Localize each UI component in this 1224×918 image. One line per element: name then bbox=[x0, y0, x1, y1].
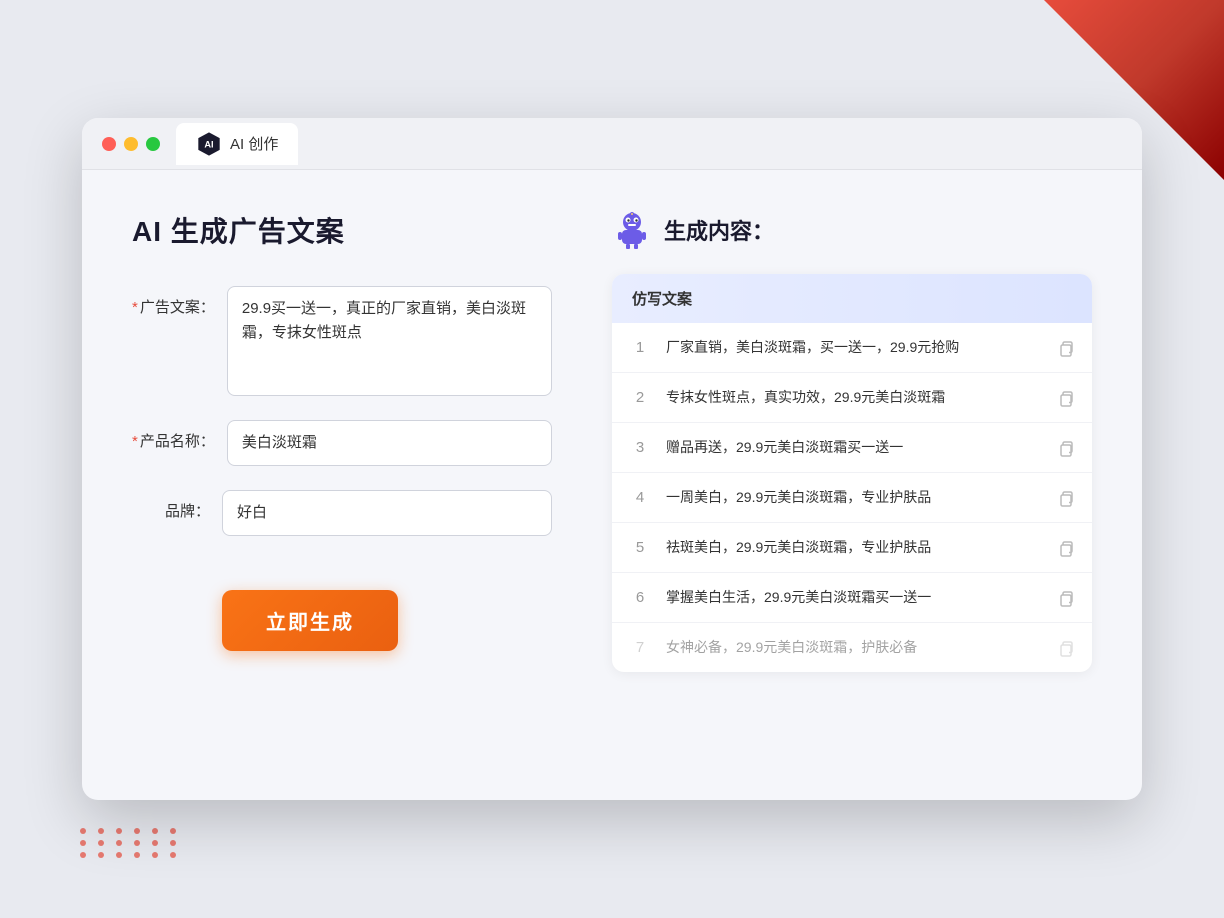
copy-icon[interactable] bbox=[1056, 488, 1076, 508]
results-header: 仿写文案 bbox=[612, 274, 1092, 323]
product-name-input[interactable] bbox=[227, 420, 552, 466]
ai-tab[interactable]: AI AI 创作 bbox=[176, 123, 298, 165]
product-name-row: *产品名称： bbox=[132, 420, 552, 466]
brand-row: 品牌： bbox=[132, 490, 552, 536]
close-button[interactable] bbox=[102, 137, 116, 151]
row-text: 赠品再送，29.9元美白淡斑霜买一送一 bbox=[666, 437, 1042, 458]
ai-hexagon-icon: AI bbox=[196, 131, 222, 157]
row-text: 厂家直销，美白淡斑霜，买一送一，29.9元抢购 bbox=[666, 337, 1042, 358]
robot-icon bbox=[612, 210, 652, 250]
browser-window: AI AI 创作 AI 生成广告文案 *广告文案： *产品名称： bbox=[82, 118, 1142, 800]
row-number: 1 bbox=[628, 339, 652, 356]
left-panel: AI 生成广告文案 *广告文案： *产品名称： 品牌： bbox=[132, 210, 552, 760]
required-mark: * bbox=[132, 299, 138, 316]
ad-copy-label: *广告文案： bbox=[132, 286, 227, 317]
generate-button[interactable]: 立即生成 bbox=[222, 590, 398, 651]
copy-icon[interactable] bbox=[1056, 388, 1076, 408]
result-row: 6 掌握美白生活，29.9元美白淡斑霜买一送一 bbox=[612, 573, 1092, 623]
result-row: 1 厂家直销，美白淡斑霜，买一送一，29.9元抢购 bbox=[612, 323, 1092, 373]
result-row: 3 赠品再送，29.9元美白淡斑霜买一送一 bbox=[612, 423, 1092, 473]
result-row: 7 女神必备，29.9元美白淡斑霜，护肤必备 bbox=[612, 623, 1092, 672]
traffic-lights bbox=[102, 137, 160, 151]
row-number: 7 bbox=[628, 639, 652, 656]
row-number: 3 bbox=[628, 439, 652, 456]
brand-label: 品牌： bbox=[132, 490, 222, 521]
row-text: 一周美白，29.9元美白淡斑霜，专业护肤品 bbox=[666, 487, 1042, 508]
right-title: 生成内容： bbox=[664, 214, 774, 246]
result-row: 4 一周美白，29.9元美白淡斑霜，专业护肤品 bbox=[612, 473, 1092, 523]
right-panel: 生成内容： 仿写文案 1 厂家直销，美白淡斑霜，买一送一，29.9元抢购 2 专抹女… bbox=[612, 210, 1092, 760]
row-number: 2 bbox=[628, 389, 652, 406]
row-number: 5 bbox=[628, 539, 652, 556]
results-container: 仿写文案 1 厂家直销，美白淡斑霜，买一送一，29.9元抢购 2 专抹女性斑点，真实… bbox=[612, 274, 1092, 672]
product-name-label: *产品名称： bbox=[132, 420, 227, 451]
tab-label: AI 创作 bbox=[230, 133, 278, 154]
bg-decoration-bottom-left bbox=[80, 828, 182, 858]
row-text: 女神必备，29.9元美白淡斑霜，护肤必备 bbox=[666, 637, 1042, 658]
title-bar: AI AI 创作 bbox=[82, 118, 1142, 170]
results-list: 1 厂家直销，美白淡斑霜，买一送一，29.9元抢购 2 专抹女性斑点，真实功效，29… bbox=[612, 323, 1092, 672]
row-text: 专抹女性斑点，真实功效，29.9元美白淡斑霜 bbox=[666, 387, 1042, 408]
result-row: 2 专抹女性斑点，真实功效，29.9元美白淡斑霜 bbox=[612, 373, 1092, 423]
copy-icon[interactable] bbox=[1056, 638, 1076, 658]
page-title: AI 生成广告文案 bbox=[132, 210, 552, 250]
row-text: 掌握美白生活，29.9元美白淡斑霜买一送一 bbox=[666, 587, 1042, 608]
row-number: 4 bbox=[628, 489, 652, 506]
result-row: 5 祛斑美白，29.9元美白淡斑霜，专业护肤品 bbox=[612, 523, 1092, 573]
copy-icon[interactable] bbox=[1056, 538, 1076, 558]
svg-text:AI: AI bbox=[204, 139, 213, 149]
row-text: 祛斑美白，29.9元美白淡斑霜，专业护肤品 bbox=[666, 537, 1042, 558]
copy-icon[interactable] bbox=[1056, 438, 1076, 458]
required-mark-2: * bbox=[132, 433, 138, 450]
minimize-button[interactable] bbox=[124, 137, 138, 151]
brand-input[interactable] bbox=[222, 490, 552, 536]
right-header: 生成内容： bbox=[612, 210, 1092, 250]
copy-icon[interactable] bbox=[1056, 588, 1076, 608]
main-content: AI 生成广告文案 *广告文案： *产品名称： 品牌： bbox=[82, 170, 1142, 800]
row-number: 6 bbox=[628, 589, 652, 606]
maximize-button[interactable] bbox=[146, 137, 160, 151]
ad-copy-input[interactable] bbox=[227, 286, 552, 396]
ad-copy-row: *广告文案： bbox=[132, 286, 552, 396]
copy-icon[interactable] bbox=[1056, 338, 1076, 358]
